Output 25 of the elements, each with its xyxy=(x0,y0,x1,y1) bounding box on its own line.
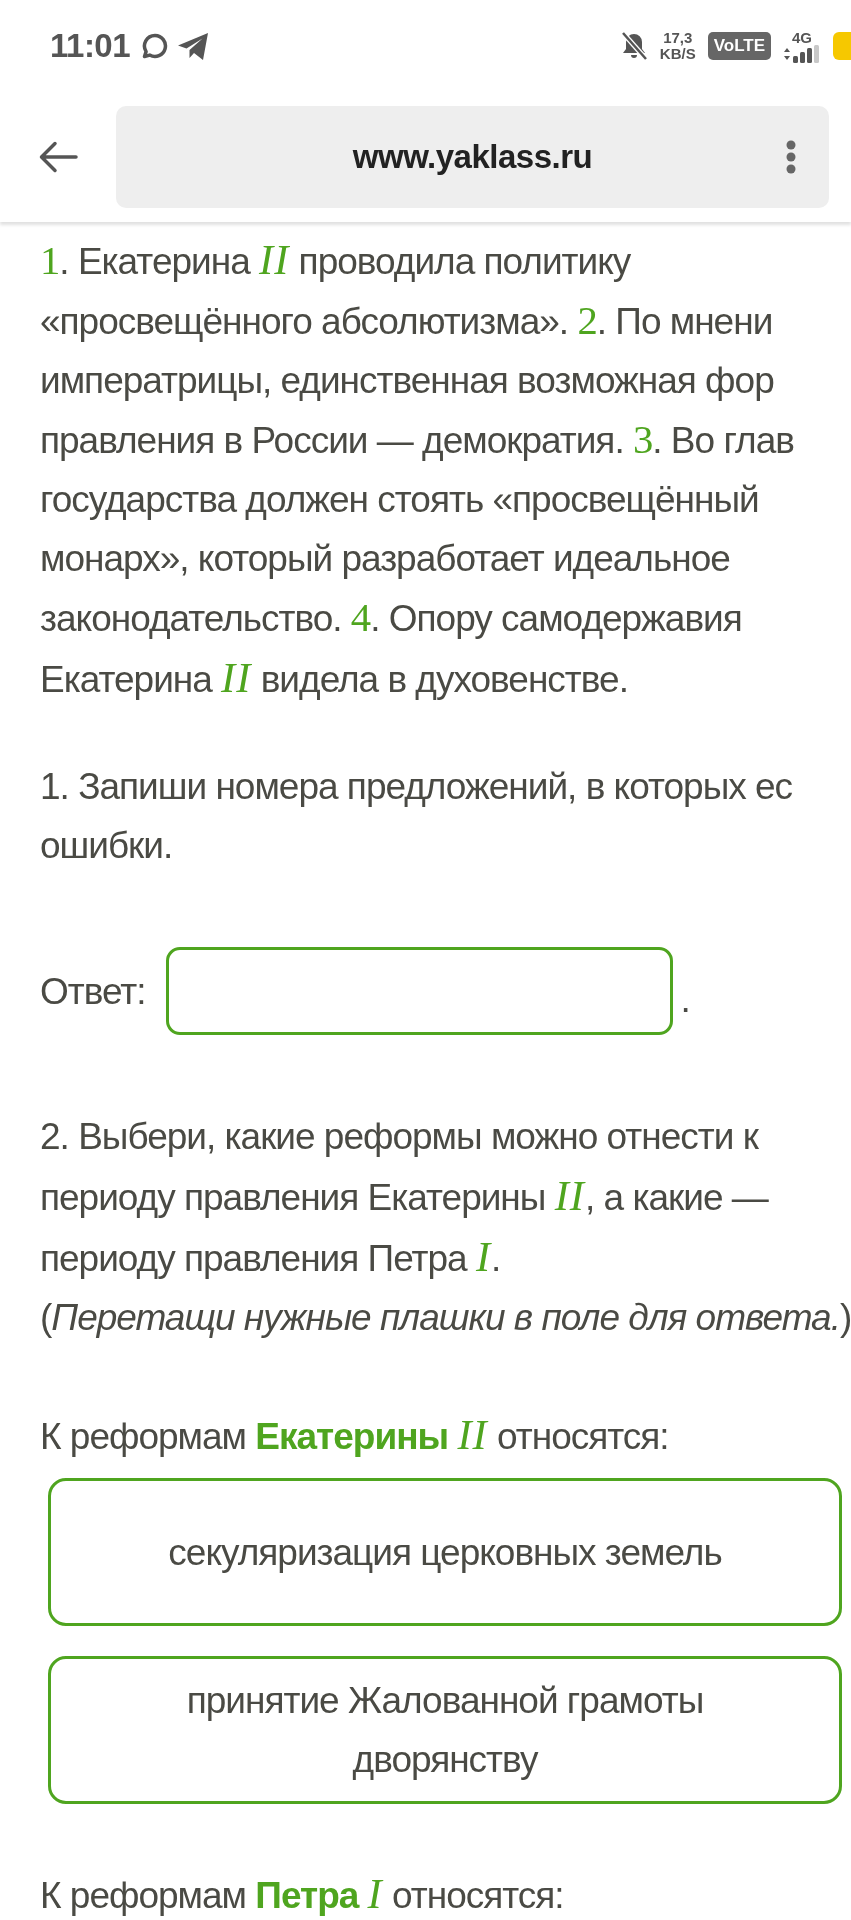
network-type: 4G xyxy=(792,29,812,45)
task-prompt: 1. Запиши номера предложений, в которых ес ошибки. xyxy=(39,765,794,868)
answer-label: Ответ: xyxy=(40,969,146,1014)
group-heading: К реформам Екатерины II относятся: xyxy=(39,1410,670,1460)
group-heading: К реформам Петра I относятся: xyxy=(39,1869,565,1919)
network-speed-unit: KB/S xyxy=(659,46,696,62)
chat-bubble-icon xyxy=(142,33,169,59)
more-menu-icon[interactable] xyxy=(785,140,797,174)
task-prompt: 2. Выбери, какие реформы можно отнести к периоду правления Екатерины II, а какие — периоду правления Петра I. xyxy=(39,1115,770,1282)
signal-bars-icon xyxy=(783,44,821,63)
battery-icon xyxy=(833,32,851,60)
network-speed-value: 17,3 xyxy=(663,30,693,46)
address-bar[interactable]: www.yaklass.ru xyxy=(116,106,829,208)
instruction-hint: (Перетащи нужные плашки в поле для ответа.) xyxy=(39,1296,851,1340)
muted-bell-icon xyxy=(619,31,648,61)
answer-period: . xyxy=(680,978,690,1022)
volte-badge: VoLTE xyxy=(707,32,771,60)
paper-plane-icon xyxy=(178,32,209,60)
status-time: 11:01 xyxy=(50,27,131,65)
url-text: www.yaklass.ru xyxy=(352,138,593,176)
passage-text: 1. Екатерина II проводила политику «просвещённого абсолютизма». 2. По мнени императрицы, единственная возможная фор правления в России — демократия. 3. Во глав государства должен стоять «просвещённый монарх», который разработает идеальное законодательство. 4. Опору самодержавия Екатерина II видела в духовенстве. xyxy=(39,235,795,703)
answer-tile[interactable]: принятие Жалованной грамоты дворянству xyxy=(48,1656,842,1804)
answer-tile[interactable]: секуляризация церковных земель xyxy=(48,1478,842,1626)
answer-field[interactable] xyxy=(165,947,673,1035)
back-arrow-icon[interactable] xyxy=(38,141,78,173)
